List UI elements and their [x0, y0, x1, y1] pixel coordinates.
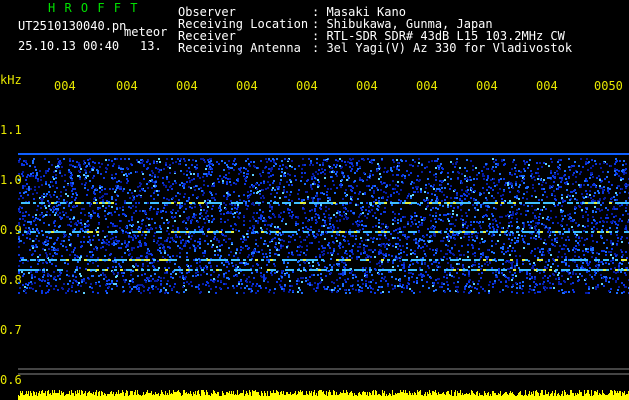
antenna-value: : 3el Yagi(V) Az 330 for Vladivostok [312, 41, 573, 55]
filename: UT2510130040.pn [18, 19, 127, 33]
program-title: H R O F F T [48, 1, 139, 15]
noise-band [18, 153, 629, 294]
detection-type: meteor [124, 25, 168, 39]
band-top-edge [18, 153, 629, 155]
spectrogram [18, 153, 629, 400]
amplitude-trace [18, 390, 629, 400]
datetime: 25.10.13 00:40 [18, 39, 120, 53]
count: 13. [140, 39, 162, 53]
antenna-label: Receiving Antenna [178, 41, 301, 55]
